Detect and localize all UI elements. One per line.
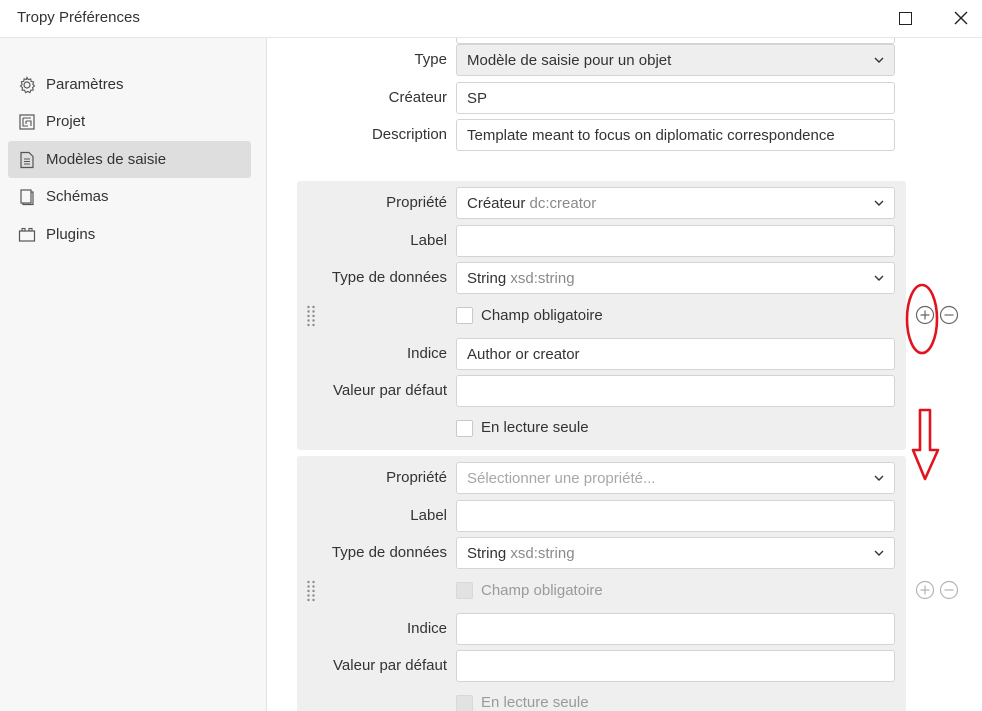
drag-handle-icon[interactable] xyxy=(306,580,316,602)
document-icon xyxy=(18,151,36,169)
datatype-select[interactable]: String xsd:string xyxy=(456,537,895,569)
remove-field-button[interactable] xyxy=(939,305,959,325)
required-checkbox[interactable] xyxy=(456,307,473,324)
description-value: Template meant to focus on diplomatic co… xyxy=(467,126,835,144)
field-panel: Propriété Sélectionner une propriété... … xyxy=(297,456,906,711)
sidebar-item-parametres[interactable]: Paramètres xyxy=(8,66,251,103)
creator-label: Créateur xyxy=(388,89,447,106)
add-field-button[interactable] xyxy=(915,580,935,600)
close-button[interactable] xyxy=(938,0,982,36)
project-icon xyxy=(18,113,36,131)
readonly-checkbox xyxy=(456,695,473,711)
chevron-down-icon xyxy=(874,475,884,481)
label-field[interactable] xyxy=(456,225,895,257)
datatype-value: String xsd:string xyxy=(467,544,575,562)
property-label: Propriété xyxy=(386,469,447,486)
drag-handle-icon[interactable] xyxy=(306,305,316,327)
hint-field[interactable]: Author or creator xyxy=(456,338,895,370)
label-field[interactable] xyxy=(456,500,895,532)
gear-icon xyxy=(18,75,36,94)
remove-field-button[interactable] xyxy=(939,580,959,600)
datatype-value: String xsd:string xyxy=(467,269,575,287)
maximize-button[interactable] xyxy=(882,0,928,36)
datatype-label: Type de données xyxy=(331,269,447,286)
field-panel: Propriété Créateur dc:creator Label Type… xyxy=(297,181,906,450)
chevron-down-icon xyxy=(874,550,884,556)
template-type-select[interactable]: Modèle de saisie pour un objet xyxy=(456,44,895,76)
readonly-label: En lecture seule xyxy=(481,694,589,711)
creator-value: SP xyxy=(467,89,488,107)
title-bar: Tropy Préférences xyxy=(0,0,982,38)
sidebar: Paramètres Projet Modèles de saisie Sché… xyxy=(0,38,267,711)
hint-label: Indice xyxy=(406,620,447,637)
property-placeholder: Sélectionner une propriété... xyxy=(467,469,656,487)
maximize-icon xyxy=(898,11,912,25)
sidebar-item-projet[interactable]: Projet xyxy=(8,103,251,140)
hint-value: Author or creator xyxy=(467,345,580,363)
property-value: Créateur dc:creator xyxy=(467,194,597,212)
description-field[interactable]: Template meant to focus on diplomatic co… xyxy=(456,119,895,151)
template-type-value: Modèle de saisie pour un objet xyxy=(467,51,672,69)
red-down-arrow-annotation xyxy=(911,408,940,481)
property-label: Propriété xyxy=(386,194,447,211)
label-label: Label xyxy=(410,507,447,524)
hint-field[interactable] xyxy=(456,613,895,645)
sidebar-item-label: Schémas xyxy=(46,188,109,205)
required-label: Champ obligatoire xyxy=(481,307,603,324)
sidebar-item-plugins[interactable]: Plugins xyxy=(8,216,251,253)
sidebar-item-label: Projet xyxy=(46,113,86,130)
minus-circle-icon xyxy=(939,580,959,600)
plugin-icon xyxy=(18,226,36,244)
required-checkbox xyxy=(456,582,473,599)
template-editor: Type Modèle de saisie pour un objet Créa… xyxy=(268,38,982,711)
type-label: Type xyxy=(414,51,447,68)
property-select[interactable]: Créateur dc:creator xyxy=(456,187,895,219)
sidebar-item-label: Paramètres xyxy=(46,76,124,93)
window-title: Tropy Préférences xyxy=(17,9,140,26)
label-label: Label xyxy=(410,232,447,249)
datatype-label: Type de données xyxy=(331,544,447,561)
description-label: Description xyxy=(371,126,447,143)
red-ellipse-annotation xyxy=(905,283,939,355)
required-label: Champ obligatoire xyxy=(481,582,603,599)
chevron-down-icon xyxy=(874,275,884,281)
readonly-label: En lecture seule xyxy=(481,419,589,436)
default-value-field[interactable] xyxy=(456,650,895,682)
plus-circle-icon xyxy=(915,580,935,600)
creator-field[interactable]: SP xyxy=(456,82,895,114)
default-value-label: Valeur par défaut xyxy=(333,657,447,674)
sidebar-item-label: Plugins xyxy=(46,226,96,243)
datatype-select[interactable]: String xsd:string xyxy=(456,262,895,294)
close-icon xyxy=(954,11,968,25)
sidebar-item-modeles-de-saisie[interactable]: Modèles de saisie xyxy=(8,141,251,178)
sidebar-item-label: Modèles de saisie xyxy=(46,151,167,168)
sidebar-item-schemas[interactable]: Schémas xyxy=(8,178,251,215)
chevron-down-icon xyxy=(874,200,884,206)
minus-circle-icon xyxy=(939,305,959,325)
default-value-field[interactable] xyxy=(456,375,895,407)
default-value-label: Valeur par défaut xyxy=(333,382,447,399)
readonly-checkbox[interactable] xyxy=(456,420,473,437)
hint-label: Indice xyxy=(406,345,447,362)
chevron-down-icon xyxy=(874,57,884,63)
copy-icon xyxy=(18,188,36,206)
property-select[interactable]: Sélectionner une propriété... xyxy=(456,462,895,494)
